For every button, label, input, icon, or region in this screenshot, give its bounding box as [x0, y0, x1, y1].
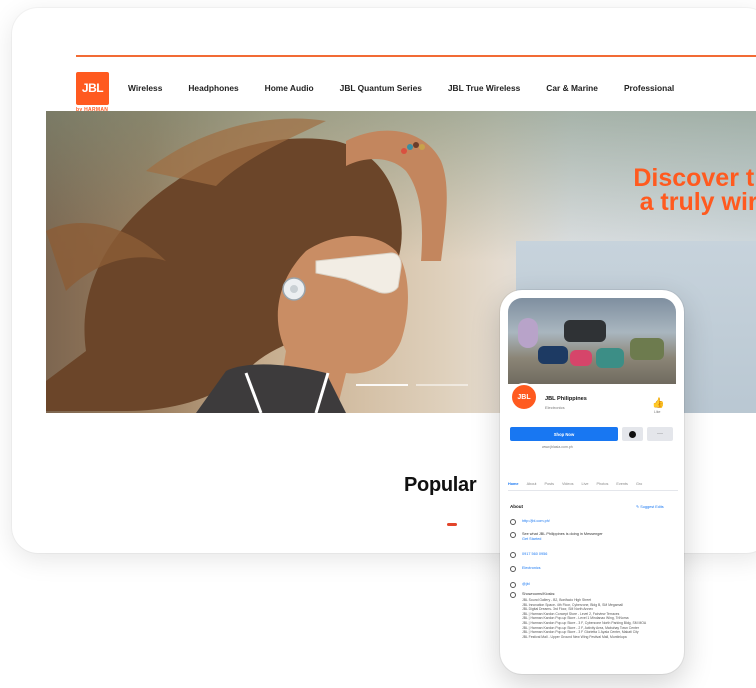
- info-messenger: See what JBL Philippines is doing in Mes…: [522, 532, 603, 542]
- about-heading: About: [510, 504, 523, 509]
- tab-groups[interactable]: Gro: [636, 482, 642, 486]
- hero-headline-line2: a truly wirele: [639, 188, 756, 216]
- tab-live[interactable]: Live: [582, 482, 589, 486]
- jbl-logo-text: JBL: [81, 81, 104, 95]
- main-navbar: JBL by HARMAN Wireless Headphones Home A…: [76, 68, 700, 113]
- speaker-image: [518, 318, 538, 348]
- instagram-icon: [510, 582, 516, 588]
- page-profile-picture[interactable]: JBL: [510, 383, 538, 411]
- hero-woman-illustration: [46, 118, 447, 413]
- speaker-image: [630, 338, 664, 360]
- nav-item-professional[interactable]: Professional: [624, 83, 674, 93]
- speaker-image: [564, 320, 606, 342]
- messenger-icon: [510, 532, 516, 538]
- info-messenger-link[interactable]: Get Started: [522, 537, 541, 541]
- header-top-line: [76, 55, 756, 57]
- profile-logo-text: JBL: [517, 393, 531, 401]
- tab-about[interactable]: About: [527, 482, 537, 486]
- info-messenger-row[interactable]: See what JBL Philippines is doing in Mes…: [510, 532, 675, 542]
- nav-item-headphones[interactable]: Headphones: [188, 83, 238, 93]
- suggest-edits-link[interactable]: ✎ Suggest Edits: [636, 504, 664, 509]
- tab-posts[interactable]: Posts: [545, 482, 555, 486]
- facebook-cover-photo: [508, 298, 676, 384]
- messenger-button[interactable]: [622, 427, 643, 441]
- info-category[interactable]: Electronics: [522, 566, 541, 571]
- page-category: Electronics: [545, 405, 565, 410]
- popular-section-title: Popular: [404, 474, 477, 496]
- globe-icon: [510, 519, 516, 525]
- shop-now-label: Shop Now: [553, 431, 575, 437]
- suggest-edits-label: Suggest Edits: [640, 505, 664, 509]
- tab-events[interactable]: Events: [616, 482, 628, 486]
- shop-now-button[interactable]: Shop Now: [510, 427, 618, 441]
- nav-menu: Wireless Headphones Home Audio JBL Quant…: [128, 83, 700, 93]
- messenger-icon: [629, 430, 636, 438]
- phone-mockup: JBL JBL Philippines Electronics 👍 Like S…: [500, 290, 684, 674]
- info-website[interactable]: http://jbl.com.ph/: [522, 519, 550, 524]
- speaker-image: [596, 348, 624, 368]
- page-website-small[interactable]: www.jblasia.com.ph: [542, 445, 573, 449]
- screenshot-stage: JBL by HARMAN Wireless Headphones Home A…: [0, 0, 756, 688]
- nav-item-quantum-series[interactable]: JBL Quantum Series: [340, 83, 422, 93]
- info-website-row[interactable]: http://jbl.com.ph/: [510, 519, 675, 525]
- like-label: Like: [654, 410, 661, 414]
- store-item: JBL Festival Mall - Upper Ground New Win…: [522, 634, 627, 639]
- nav-item-home-audio[interactable]: Home Audio: [265, 83, 314, 93]
- hero-headline: Discover the f a truly wirele: [566, 164, 756, 216]
- info-instagram[interactable]: @jbl: [522, 582, 530, 587]
- tab-videos[interactable]: Videos: [562, 482, 574, 486]
- carousel-indicator[interactable]: [416, 384, 468, 386]
- info-category-row[interactable]: Electronics: [510, 566, 675, 572]
- nav-item-car-marine[interactable]: Car & Marine: [546, 83, 598, 93]
- tab-photos[interactable]: Photos: [597, 482, 609, 486]
- phone-icon: [510, 552, 516, 558]
- more-options-button[interactable]: ···: [647, 427, 673, 441]
- info-phone-row[interactable]: 0917 560 0956: [510, 552, 675, 558]
- page-name[interactable]: JBL Philippines: [545, 396, 587, 402]
- info-stores-heading: Showrooms/Kiosks:: [522, 592, 556, 596]
- speaker-image: [570, 350, 592, 366]
- like-thumb-icon[interactable]: 👍: [652, 398, 664, 409]
- nav-item-true-wireless[interactable]: JBL True Wireless: [448, 83, 520, 93]
- carousel-indicator-active[interactable]: [356, 384, 408, 386]
- facebook-tabs: Home About Posts Videos Live Photos Even…: [508, 482, 678, 491]
- section-accent-dot: [447, 523, 457, 526]
- info-messenger-text: See what JBL Philippines is doing in Mes…: [522, 532, 603, 536]
- hero-headline-line1: Discover the f: [633, 164, 756, 192]
- info-instagram-row[interactable]: @jbl: [510, 582, 675, 588]
- info-icon: [510, 592, 516, 598]
- tag-icon: [510, 566, 516, 572]
- tab-home[interactable]: Home: [508, 482, 519, 486]
- jbl-logo[interactable]: JBL by HARMAN: [76, 71, 109, 113]
- speaker-image: [538, 346, 568, 364]
- stores-list: JBL Sound Gallery - B2, Bonifacio High S…: [522, 598, 674, 639]
- info-phone[interactable]: 0917 560 0956: [522, 552, 547, 557]
- nav-item-wireless[interactable]: Wireless: [128, 83, 162, 93]
